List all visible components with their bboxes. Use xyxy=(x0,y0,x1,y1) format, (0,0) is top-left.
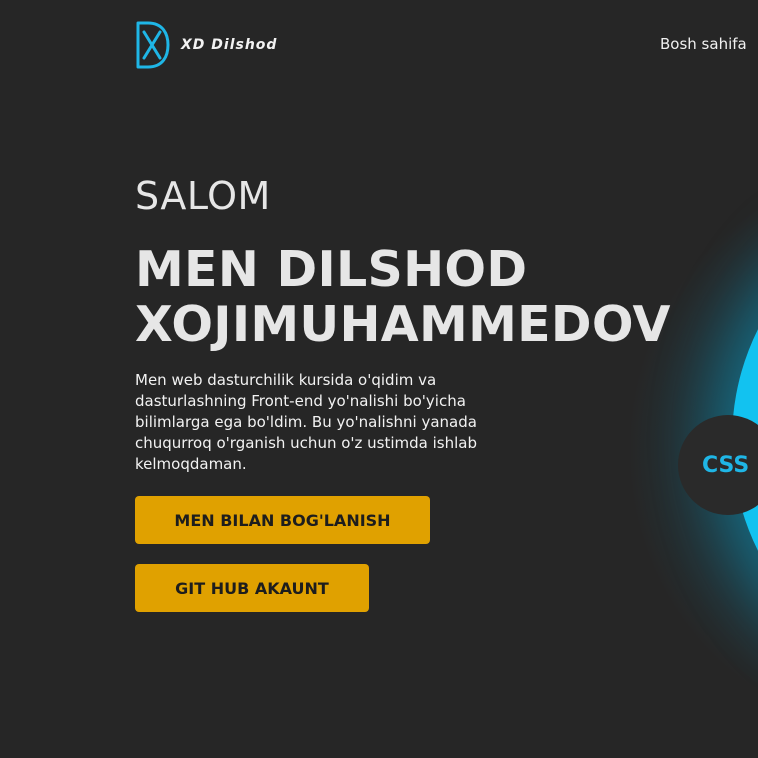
hero-name: MEN DILSHOD XOJIMUHAMMEDOV xyxy=(135,242,671,352)
hero-name-line2: XOJIMUHAMMEDOV xyxy=(135,296,671,353)
nav-item-home[interactable]: Bosh sahifa xyxy=(660,35,747,53)
github-button[interactable]: GIT HUB AKAUNT xyxy=(135,564,369,612)
contact-button[interactable]: MEN BILAN BOG'LANISH xyxy=(135,496,430,544)
xd-logo-icon xyxy=(135,20,171,70)
hero-name-line1: MEN DILSHOD xyxy=(135,241,528,298)
logo-text: XD Dilshod xyxy=(181,37,278,53)
main-nav: Bosh sahifa xyxy=(660,34,747,53)
logo-link[interactable]: XD Dilshod xyxy=(135,20,277,70)
page: CSS XD Dilshod Bosh sahifa SALOM MEN DIL… xyxy=(0,0,758,758)
hero-about: Men web dasturchilik kursida o'qidim va … xyxy=(135,371,477,473)
css-skill-label: CSS xyxy=(702,452,750,478)
hero-greeting: SALOM xyxy=(135,174,271,218)
